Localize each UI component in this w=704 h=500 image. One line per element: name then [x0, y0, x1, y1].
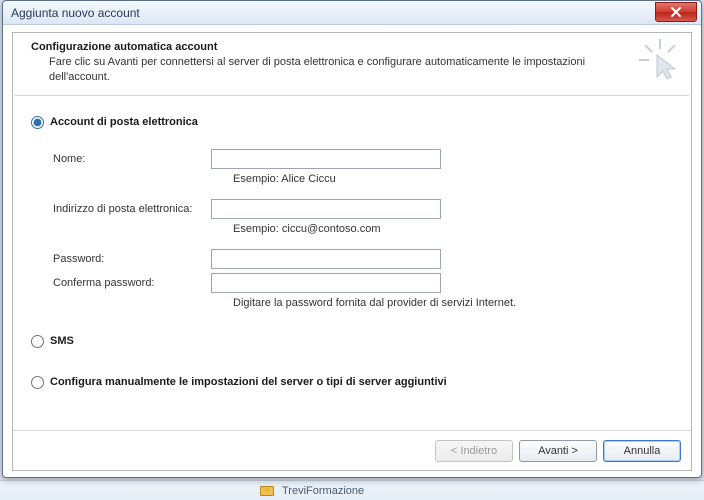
background-window-strip: TreviFormazione: [0, 480, 704, 500]
label-name: Nome:: [53, 153, 211, 165]
row-email: Indirizzo di posta elettronica:: [53, 199, 671, 219]
close-button[interactable]: [655, 2, 697, 22]
input-password[interactable]: [211, 249, 441, 269]
back-button: < Indietro: [435, 440, 513, 462]
radio-sms[interactable]: [31, 335, 44, 348]
option-manual-label: Configura manualmente le impostazioni de…: [50, 376, 447, 388]
cursor-watermark-icon: [637, 37, 683, 83]
label-confirm-password: Conferma password:: [53, 277, 211, 289]
cancel-button[interactable]: Annulla: [603, 440, 681, 462]
dialog-footer: < Indietro Avanti > Annulla: [13, 430, 691, 470]
input-email[interactable]: [211, 199, 441, 219]
close-icon: [671, 7, 681, 17]
mail-icon: [260, 486, 274, 496]
label-password: Password:: [53, 253, 211, 265]
label-email: Indirizzo di posta elettronica:: [53, 203, 211, 215]
dialog-header: Configurazione automatica account Fare c…: [13, 33, 691, 95]
option-sms[interactable]: SMS: [31, 335, 671, 348]
email-form: Nome: Esempio: Alice Ciccu Indirizzo di …: [53, 149, 671, 309]
radio-manual[interactable]: [31, 376, 44, 389]
next-button[interactable]: Avanti >: [519, 440, 597, 462]
hint-name: Esempio: Alice Ciccu: [233, 173, 671, 185]
row-password: Password:: [53, 249, 671, 269]
row-confirm-password: Conferma password:: [53, 273, 671, 293]
option-sms-label: SMS: [50, 335, 74, 347]
option-email-account[interactable]: Account di posta elettronica: [31, 116, 671, 129]
dialog-body: Account di posta elettronica Nome: Esemp…: [13, 96, 691, 411]
option-email-label: Account di posta elettronica: [50, 116, 198, 128]
option-manual[interactable]: Configura manualmente le impostazioni de…: [31, 376, 671, 389]
window-title: Aggiunta nuovo account: [11, 6, 140, 20]
header-description: Fare clic su Avanti per connettersi al s…: [49, 55, 609, 85]
background-item-label: TreviFormazione: [282, 485, 364, 497]
dialog-content: Configurazione automatica account Fare c…: [12, 32, 692, 471]
hint-password: Digitare la password fornita dal provide…: [233, 297, 671, 309]
header-title: Configurazione automatica account: [31, 41, 679, 53]
row-name: Nome:: [53, 149, 671, 169]
dialog-window: Aggiunta nuovo account Configurazione au…: [2, 0, 702, 478]
input-name[interactable]: [211, 149, 441, 169]
input-confirm-password[interactable]: [211, 273, 441, 293]
titlebar: Aggiunta nuovo account: [3, 1, 701, 25]
radio-email-account[interactable]: [31, 116, 44, 129]
hint-email: Esempio: ciccu@contoso.com: [233, 223, 671, 235]
